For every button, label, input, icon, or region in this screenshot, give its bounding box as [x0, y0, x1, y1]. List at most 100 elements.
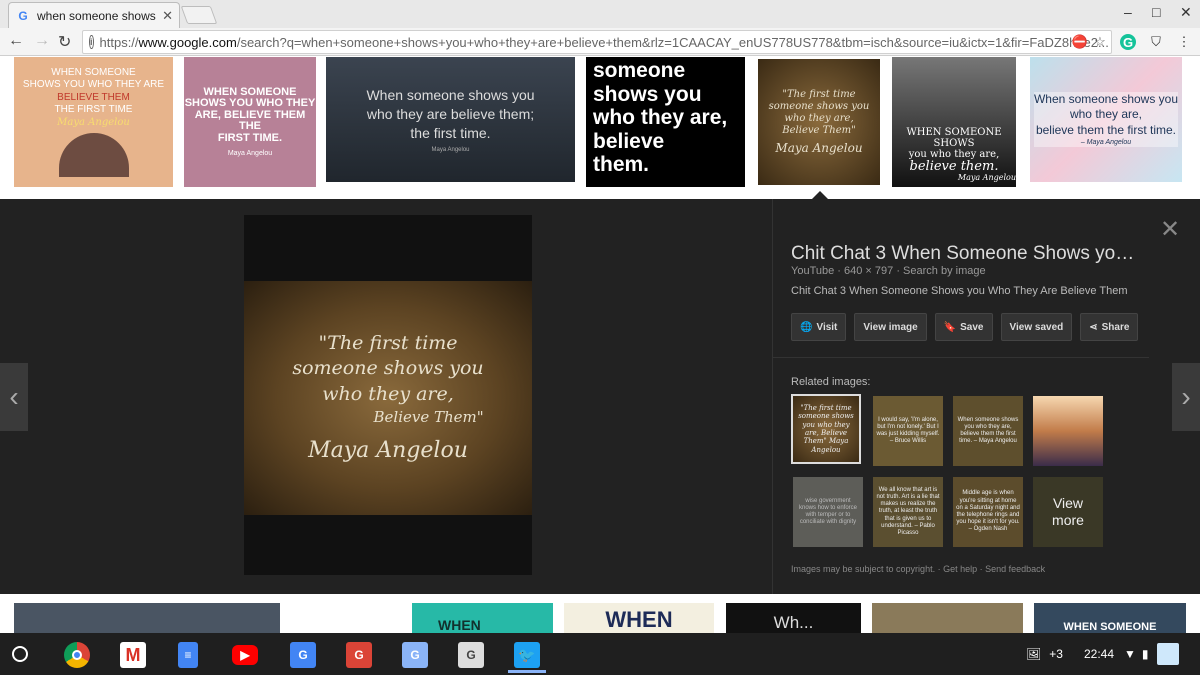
gmail-icon[interactable]: M	[120, 642, 146, 668]
image-result-thumb[interactable]: WHEN	[564, 603, 714, 633]
thumb-caption: Maya Angelou	[227, 150, 273, 158]
image-result-thumb[interactable]: WHEN SOMEONE SHOWS you who they are, bel…	[892, 57, 1016, 187]
image-result-thumb[interactable]: WHEN SOMEONE SHOWS YOU WHO THEY ARE, BEL…	[184, 57, 316, 187]
thumb-text: When someone shows you	[1033, 91, 1179, 106]
active-app-indicator	[508, 670, 546, 673]
twitter-icon[interactable]: 🐦	[514, 642, 540, 668]
thumb-text: who they are believe them;	[366, 106, 535, 123]
visit-button[interactable]: 🌐 Visit	[791, 313, 847, 341]
notification-tray[interactable]: 🖼 +3	[1026, 633, 1063, 675]
selection-pointer	[812, 191, 828, 199]
image-result-thumb-selected[interactable]: "The first time someone shows you who th…	[756, 57, 882, 187]
close-icon[interactable]: ✕	[1160, 215, 1180, 244]
view-image-button[interactable]: View image	[854, 313, 927, 341]
google-app-icon[interactable]: G	[346, 642, 372, 668]
reload-icon[interactable]: ↻	[58, 32, 71, 52]
tab-title: when someone shows yo	[37, 8, 158, 23]
image-result-thumb[interactable]: When someone shows you who they are, bel…	[1030, 57, 1182, 182]
minimize-icon[interactable]: –	[1124, 4, 1132, 20]
thumb-text: – Maya Angelou	[1080, 139, 1132, 147]
thumb-text: who they are,	[593, 106, 728, 130]
browser-toolbar: ← → ↻ i https://www.google.com/search?q=…	[0, 28, 1200, 56]
url-scheme: https://	[99, 34, 139, 50]
thumb-text: the first time.	[410, 124, 491, 141]
send-feedback-link[interactable]: Send feedback	[985, 564, 1045, 574]
related-image[interactable]: I would say, 'I'm alone, but I'm not lon…	[873, 396, 943, 466]
menu-icon[interactable]: ⋮	[1176, 34, 1192, 50]
related-image[interactable]: wise government knows how to enforce wit…	[793, 477, 863, 547]
preview-image[interactable]: "The first time someone shows you who th…	[244, 215, 532, 575]
quote-line: someone shows you	[292, 357, 484, 380]
shield-icon[interactable]: ⛉	[1148, 34, 1164, 50]
thumb-text: WHEN	[605, 607, 673, 632]
share-button[interactable]: ⋖ Share	[1080, 313, 1139, 341]
related-images-label: Related images:	[791, 376, 871, 388]
grammarly-icon[interactable]: G	[1120, 34, 1136, 50]
close-window-icon[interactable]: ✕	[1180, 4, 1192, 21]
result-title[interactable]: Chit Chat 3 When Someone Shows yo…	[791, 243, 1134, 265]
bookmark-star-icon[interactable]: ☆	[1092, 34, 1108, 50]
info-icon[interactable]: i	[89, 35, 94, 49]
view-saved-button[interactable]: View saved	[1000, 313, 1073, 341]
clock: 22:44	[1084, 647, 1115, 661]
docs-icon[interactable]: ≡	[178, 642, 198, 668]
back-icon[interactable]: ←	[8, 32, 24, 50]
share-label: Share	[1101, 321, 1130, 333]
google-app-icon[interactable]: G	[458, 642, 484, 668]
related-image[interactable]: We all know that art is not truth. Art i…	[873, 477, 943, 547]
status-area[interactable]: 22:44 ▼ ▮	[1084, 633, 1179, 675]
share-icon: ⋖	[1089, 321, 1098, 333]
image-result-thumb[interactable]: someone shows you who they are, believe …	[586, 57, 745, 187]
user-avatar	[1156, 643, 1179, 665]
image-result-thumb[interactable]	[14, 603, 280, 633]
divider	[773, 357, 1149, 358]
quote-line: who they are,	[322, 382, 454, 405]
next-image-button[interactable]: ›	[1172, 363, 1200, 431]
related-image[interactable]: "The first time someone shows you who th…	[791, 394, 861, 464]
result-dimensions: 640 × 797	[844, 265, 894, 277]
related-image[interactable]: When someone shows you who they are, bel…	[953, 396, 1023, 466]
previous-image-button[interactable]: ‹	[0, 363, 28, 431]
url-path: /search?q=when+someone+shows+you+who+the…	[236, 34, 1109, 50]
maximize-icon[interactable]: □	[1152, 4, 1160, 20]
chrome-icon[interactable]	[64, 642, 90, 668]
thumb-text: Believe Them"	[782, 124, 856, 136]
thumb-text: someone shows you	[768, 100, 870, 112]
browser-tab[interactable]: G when someone shows yo ✕	[8, 2, 180, 28]
new-tab-button[interactable]	[180, 6, 218, 24]
view-more-button[interactable]: View more	[1033, 477, 1103, 547]
chevron-left-icon: ‹	[9, 381, 19, 412]
quote-line: "The first time	[318, 331, 458, 354]
image-result-thumb[interactable]: WHEN SOMEONE SHOWS YOU WHO THEY ARE BELI…	[14, 57, 173, 187]
thumb-text: SHOWS YOU WHO THEY ARE	[22, 79, 165, 91]
forward-icon[interactable]: →	[34, 32, 50, 50]
blocked-popup-icon[interactable]: ⛔	[1072, 34, 1088, 50]
thumb-text: WHEN SOMEONE SHOWS	[906, 126, 1002, 149]
tab-strip: G when someone shows yo ✕ – □ ✕	[0, 0, 1200, 28]
google-g-icon: G	[18, 8, 28, 23]
thumb-text: believe	[593, 129, 665, 153]
chevron-right-icon: ›	[1181, 381, 1191, 412]
image-result-thumb[interactable]: WHEN	[412, 603, 553, 633]
google-app-icon[interactable]: G	[290, 642, 316, 668]
related-image[interactable]	[1033, 396, 1103, 466]
search-by-image-link[interactable]: Search by image	[903, 265, 986, 277]
address-bar[interactable]: i https://www.google.com/search?q=when+s…	[82, 30, 1112, 54]
thumb-text: SHOWS YOU WHO THEY	[184, 97, 316, 110]
image-result-thumb[interactable]: WHEN SOMEONE	[1034, 603, 1186, 633]
image-result-thumb[interactable]	[872, 603, 1023, 633]
image-result-thumb[interactable]: When someone shows you who they are beli…	[326, 57, 575, 182]
view-saved-label: View saved	[1009, 321, 1064, 333]
get-help-link[interactable]: Get help	[943, 564, 977, 574]
tab-close-icon[interactable]: ✕	[162, 8, 173, 24]
launcher-icon[interactable]	[12, 646, 28, 662]
chalkboard-quote: "The first time someone shows you who th…	[244, 281, 532, 515]
portrait-photo	[58, 133, 129, 178]
image-result-thumb[interactable]: Wh...	[726, 603, 861, 633]
save-button[interactable]: 🔖 Save	[934, 313, 993, 341]
youtube-icon[interactable]: ▶	[232, 645, 258, 665]
thumb-text: FIRST TIME.	[217, 131, 283, 144]
related-image[interactable]: Middle age is when you're sitting at hom…	[953, 477, 1023, 547]
google-app-icon[interactable]: G	[402, 642, 428, 668]
result-description[interactable]: Chit Chat 3 When Someone Shows you Who T…	[791, 285, 1128, 297]
